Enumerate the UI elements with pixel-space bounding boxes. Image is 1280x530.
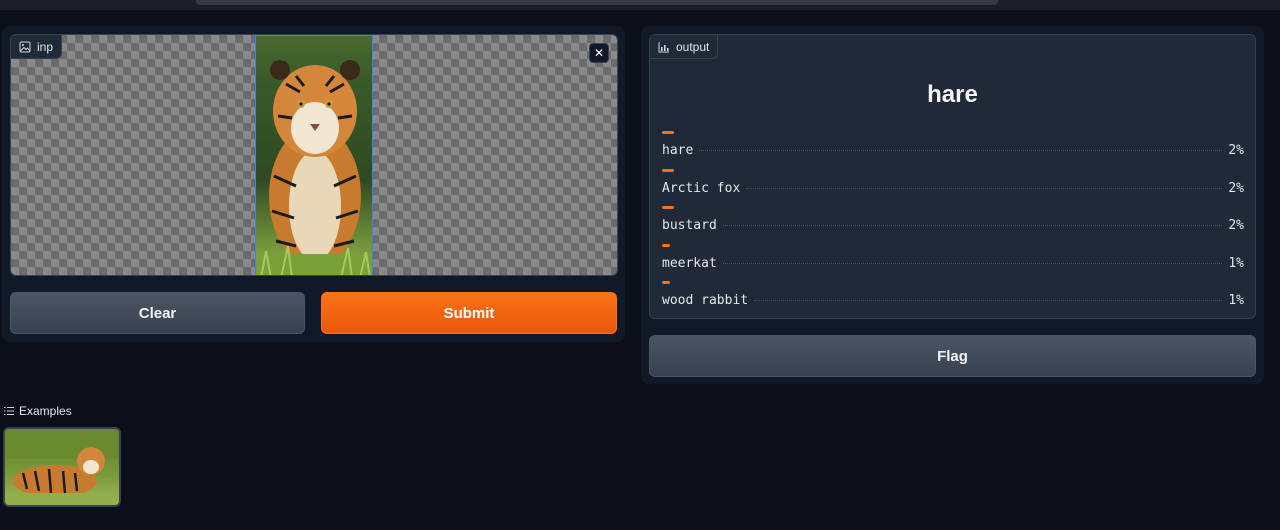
output-label: output <box>676 39 710 54</box>
confidence-item[interactable]: bustard 2% <box>662 204 1244 242</box>
uploaded-tiger-image <box>255 35 373 275</box>
submit-button[interactable]: Submit <box>321 292 617 334</box>
confidence-list: hare 2% Arctic fox 2% bustard 2% meerkat… <box>662 129 1244 317</box>
confidence-bar <box>662 168 674 172</box>
image-input[interactable]: inp ✕ <box>10 34 618 276</box>
confidence-value: 2% <box>1228 180 1244 196</box>
flag-button[interactable]: Flag <box>649 335 1256 377</box>
top-scrollbar[interactable] <box>196 0 998 5</box>
output-panel: output hare hare 2% Arctic fox 2% bustar… <box>641 26 1264 384</box>
dotted-leader <box>754 300 1223 301</box>
list-icon <box>4 407 14 415</box>
dotted-leader <box>746 187 1223 189</box>
output-label-tag: output <box>650 35 719 59</box>
confidence-item[interactable]: Arctic fox 2% <box>662 167 1244 205</box>
image-icon <box>19 41 31 52</box>
confidence-value: 1% <box>1228 255 1244 271</box>
confidence-bar <box>662 281 670 284</box>
examples-label: Examples <box>19 404 72 418</box>
input-label: inp <box>37 39 54 54</box>
confidence-value: 2% <box>1228 218 1244 233</box>
confidence-value: 1% <box>1228 293 1244 308</box>
browser-top-bar <box>0 0 1280 10</box>
dotted-leader <box>722 262 1223 264</box>
close-icon[interactable]: ✕ <box>589 43 609 63</box>
confidence-item[interactable]: hare 2% <box>662 129 1244 167</box>
confidence-bar <box>662 131 674 134</box>
confidence-label: wood rabbit <box>662 293 749 308</box>
example-tiger-thumbnail[interactable] <box>3 427 121 507</box>
confidence-label: bustard <box>662 218 717 233</box>
confidence-bar <box>662 206 674 209</box>
confidence-label: Arctic fox <box>662 180 741 196</box>
confidence-bar <box>662 243 670 247</box>
bar-chart-icon <box>658 41 669 52</box>
confidence-value: 2% <box>1228 143 1244 158</box>
input-panel: inp ✕ Clear Submit <box>2 26 625 342</box>
confidence-item[interactable]: meerkat 1% <box>662 242 1244 280</box>
confidence-label: hare <box>662 143 694 158</box>
confidence-label: meerkat <box>662 255 717 271</box>
confidence-item[interactable]: wood rabbit 1% <box>662 279 1244 317</box>
dotted-leader <box>722 225 1223 226</box>
clear-button[interactable]: Clear <box>10 292 305 334</box>
label-output: output hare hare 2% Arctic fox 2% bustar… <box>649 34 1256 319</box>
predicted-label: hare <box>927 81 978 108</box>
examples-header: Examples <box>4 404 72 418</box>
dotted-leader <box>699 150 1223 151</box>
input-label-tag: inp <box>11 35 63 59</box>
